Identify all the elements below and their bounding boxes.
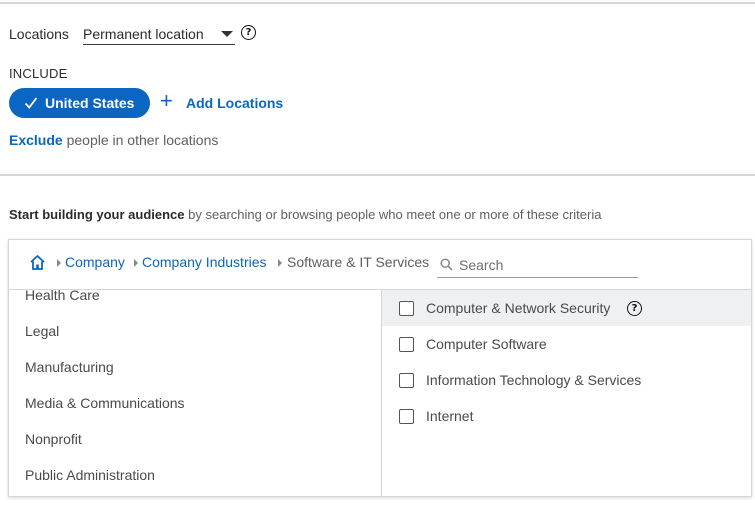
- breadcrumb-company[interactable]: Company: [65, 254, 125, 270]
- breadcrumb-company-industries[interactable]: Company Industries: [142, 254, 267, 270]
- option-checkbox[interactable]: [399, 373, 414, 388]
- category-item[interactable]: Legal: [25, 323, 59, 339]
- search-icon: [440, 258, 453, 271]
- category-item[interactable]: Health Care: [25, 290, 100, 303]
- include-heading: INCLUDE: [9, 66, 68, 81]
- plus-icon[interactable]: +: [160, 90, 173, 112]
- option-list: Computer & Network Security ? Computer S…: [382, 290, 751, 496]
- exclude-link[interactable]: Exclude: [9, 132, 63, 148]
- option-row[interactable]: Internet: [382, 398, 751, 434]
- chevron-right-icon: [134, 259, 138, 267]
- checkmark-icon: [24, 97, 38, 109]
- audience-heading: Start building your audience: [9, 207, 185, 222]
- category-item[interactable]: Public Administration: [25, 467, 155, 483]
- chevron-right-icon: [57, 259, 61, 267]
- locations-label: Locations: [9, 26, 69, 42]
- chevron-right-icon: [278, 259, 282, 267]
- category-list[interactable]: Health Care Legal Manufacturing Media & …: [9, 290, 382, 496]
- category-item[interactable]: Manufacturing: [25, 359, 114, 375]
- breadcrumb: Company Company Industries Software & IT…: [9, 240, 751, 290]
- option-row[interactable]: Information Technology & Services: [382, 362, 751, 398]
- option-label: Computer Software: [426, 336, 547, 352]
- add-locations-button[interactable]: Add Locations: [186, 95, 283, 111]
- audience-description: by searching or browsing people who meet…: [184, 207, 602, 222]
- option-row[interactable]: Computer & Network Security ?: [382, 290, 751, 326]
- home-icon[interactable]: [29, 254, 46, 271]
- breadcrumb-current: Software & IT Services: [287, 254, 430, 270]
- option-label: Information Technology & Services: [426, 372, 642, 388]
- question-circle-icon[interactable]: ?: [627, 301, 642, 316]
- option-checkbox[interactable]: [399, 337, 414, 352]
- criteria-browser: Company Company Industries Software & IT…: [8, 239, 752, 497]
- question-circle-icon[interactable]: ?: [241, 25, 256, 40]
- exclude-description: people in other locations: [62, 132, 219, 148]
- location-type-dropdown[interactable]: Permanent location: [83, 24, 235, 45]
- search-box[interactable]: [437, 253, 639, 278]
- included-location-label: United States: [45, 95, 135, 111]
- option-checkbox[interactable]: [399, 409, 414, 424]
- exclude-line: Exclude people in other locations: [9, 132, 218, 148]
- audience-instructions: Start building your audience by searchin…: [9, 207, 601, 222]
- search-input[interactable]: [457, 253, 639, 277]
- option-checkbox[interactable]: [399, 301, 414, 316]
- category-item[interactable]: Media & Communications: [25, 395, 185, 411]
- option-label: Computer & Network Security: [426, 300, 611, 316]
- section-divider: [0, 174, 755, 176]
- option-row[interactable]: Computer Software: [382, 326, 751, 362]
- location-type-value: Permanent location: [83, 26, 204, 42]
- caret-down-icon: [221, 31, 233, 37]
- category-item[interactable]: Nonprofit: [25, 431, 82, 447]
- included-location-pill[interactable]: United States: [9, 88, 150, 118]
- option-label: Internet: [426, 408, 474, 424]
- top-divider: [0, 2, 755, 4]
